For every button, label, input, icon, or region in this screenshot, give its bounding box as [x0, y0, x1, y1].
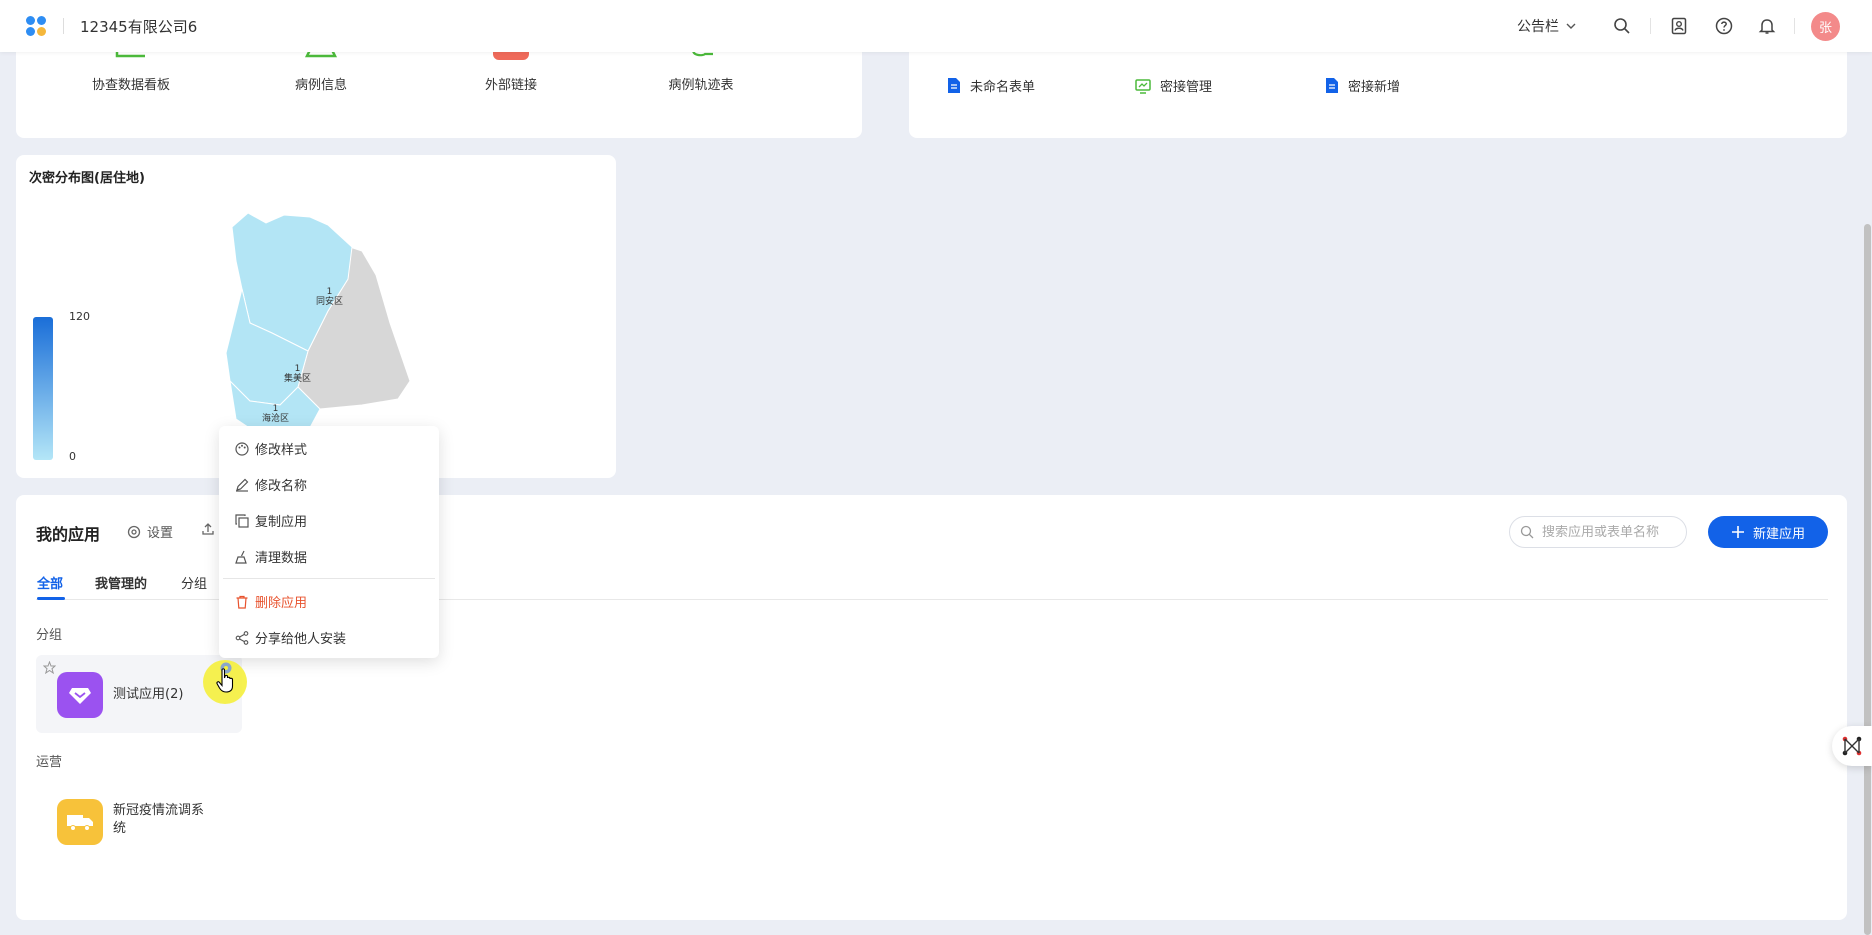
menu-item-label: 分享给他人安装	[255, 632, 347, 647]
legend-min: 0	[69, 450, 76, 463]
palette-icon	[235, 441, 249, 456]
broom-icon	[235, 550, 247, 564]
tab-all[interactable]: 全部	[37, 573, 63, 592]
shortcut-label: 病例轨迹表	[668, 78, 734, 93]
chevron-down-icon	[1566, 23, 1576, 29]
top-bar: 12345有限公司6 公告栏 张	[0, 0, 1872, 52]
app-grid-logo-icon[interactable]	[26, 16, 48, 36]
divider	[1650, 18, 1651, 34]
notice-dropdown[interactable]: 公告栏	[1517, 16, 1577, 36]
menu-item-label: 复制应用	[255, 515, 308, 530]
app-context-menu: 修改样式 修改名称 复制应用 清理数据 删除应用 分享给他人安装	[219, 426, 439, 658]
shortcut-label: 病例信息	[294, 78, 347, 93]
new-app-label: 新建应用	[1752, 526, 1805, 542]
tab-managed[interactable]: 我管理的	[95, 573, 147, 592]
settings-button[interactable]: 设置	[127, 522, 173, 541]
search-icon	[1520, 525, 1534, 539]
map-region-label: 1 同安区	[316, 287, 343, 307]
plus-icon	[1731, 526, 1744, 538]
tab-active-indicator	[37, 597, 65, 600]
share-icon	[235, 630, 249, 645]
form-link-label: 密接管理	[1160, 80, 1213, 95]
gear-icon	[127, 525, 141, 538]
upload-button[interactable]	[201, 522, 215, 536]
menu-item-copy-app[interactable]: 复制应用	[235, 511, 307, 530]
group-label: 运营	[36, 755, 63, 770]
gem-icon	[57, 672, 103, 718]
menu-item-rename[interactable]: 修改名称	[235, 475, 307, 494]
region-name: 海沧区	[262, 414, 290, 424]
settings-label: 设置	[147, 526, 174, 541]
map-region-label: 1 海沧区	[262, 404, 289, 424]
region-name: 同安区	[316, 297, 344, 307]
app-name: 新冠疫情流调系 统	[113, 802, 204, 838]
form-link-unnamed[interactable]: 未命名表单	[947, 76, 1035, 95]
divider	[63, 18, 64, 34]
app-name-line: 新冠疫情流调系	[113, 803, 205, 818]
menu-item-delete-app[interactable]: 删除应用	[235, 592, 307, 611]
page-scrollbar[interactable]	[1864, 224, 1871, 935]
form-link-label: 未命名表单	[970, 80, 1036, 95]
menu-item-share-install[interactable]: 分享给他人安装	[235, 628, 346, 647]
app-name: 测试应用(2)	[113, 687, 184, 702]
region-value: 1	[326, 287, 333, 297]
document-icon	[948, 78, 960, 93]
app-search-box[interactable]	[1509, 516, 1687, 548]
avatar[interactable]: 张	[1811, 12, 1840, 41]
district-map[interactable]	[210, 205, 430, 435]
map-region-label: 1 集美区	[284, 364, 311, 384]
menu-item-label: 修改名称	[255, 479, 308, 494]
legend-max: 120	[69, 310, 90, 323]
shortcut-label: 外部链接	[484, 78, 537, 93]
pencil-icon	[236, 478, 249, 492]
map-legend-bar[interactable]	[33, 317, 53, 460]
shortcut-label: 协查数据看板	[91, 78, 170, 93]
menu-item-edit-style[interactable]: 修改样式	[235, 439, 307, 458]
divider	[1794, 18, 1795, 34]
region-value: 1	[272, 404, 279, 414]
form-link-contact-add[interactable]: 密接新增	[1325, 76, 1400, 95]
map-title: 次密分布图(居住地)	[29, 171, 145, 186]
bell-icon[interactable]	[1756, 15, 1778, 37]
tab-group[interactable]: 分组	[181, 573, 207, 592]
network-logo-icon	[1842, 736, 1862, 756]
menu-item-label: 清理数据	[255, 551, 308, 566]
screen-icon	[1135, 78, 1151, 94]
document-icon	[1326, 78, 1338, 93]
region-value: 1	[294, 364, 301, 374]
new-app-button[interactable]: 新建应用	[1708, 516, 1828, 548]
menu-item-label: 删除应用	[255, 596, 308, 611]
my-apps-title: 我的应用	[36, 525, 101, 544]
notice-label: 公告栏	[1517, 19, 1559, 35]
group-label: 分组	[36, 628, 63, 643]
star-icon[interactable]	[43, 661, 56, 674]
app-tile-covid[interactable]: 新冠疫情流调系 统	[36, 782, 242, 860]
upload-icon	[202, 523, 214, 535]
menu-item-label: 修改样式	[255, 443, 308, 458]
copy-icon	[235, 513, 249, 528]
contacts-icon[interactable]	[1668, 15, 1690, 37]
trash-icon	[236, 595, 248, 609]
menu-item-clear-data[interactable]: 清理数据	[235, 547, 307, 566]
truck-icon	[57, 799, 103, 845]
company-name[interactable]: 12345有限公司6	[80, 16, 197, 37]
form-link-contact-mgmt[interactable]: 密接管理	[1135, 76, 1212, 95]
hand-cursor-icon	[216, 668, 234, 693]
search-icon[interactable]	[1611, 15, 1633, 37]
assistant-float-button[interactable]	[1832, 726, 1872, 766]
app-search-input[interactable]	[1542, 524, 1677, 540]
form-link-label: 密接新增	[1348, 80, 1401, 95]
help-icon[interactable]	[1713, 15, 1735, 37]
region-name: 集美区	[284, 374, 312, 384]
menu-divider	[223, 578, 435, 579]
app-name-line: 统	[113, 821, 127, 836]
